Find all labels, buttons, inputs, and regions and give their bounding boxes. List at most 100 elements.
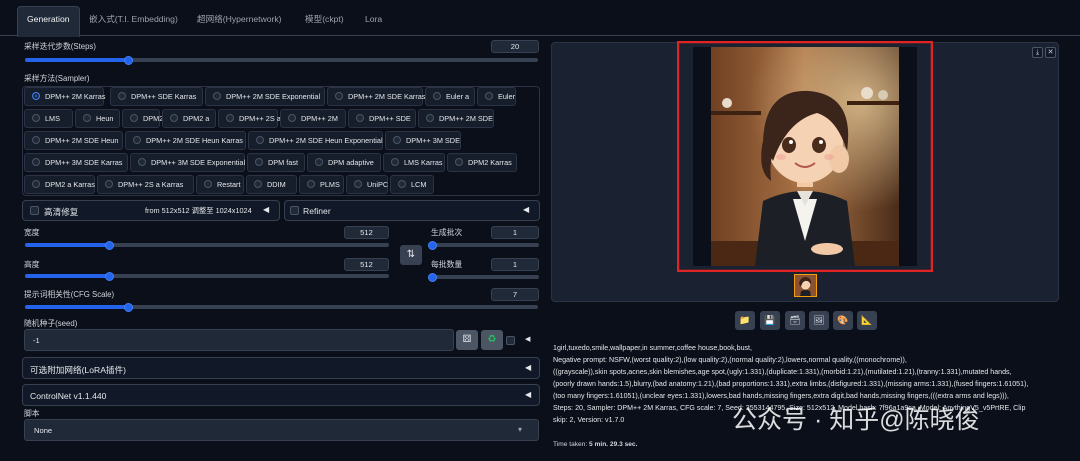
send-to-img2img-icon[interactable]: 🖼 (809, 311, 829, 330)
height-slider-thumb[interactable] (104, 271, 114, 281)
cfg-input[interactable]: 7 (491, 288, 539, 301)
sampler-option[interactable]: UniPC (346, 175, 388, 194)
send-to-inpaint-icon[interactable]: 🎨 (833, 311, 853, 330)
collapse-icon[interactable]: ◀ (263, 205, 269, 214)
sampler-option[interactable]: DPM2 (122, 109, 164, 128)
download-icon[interactable]: ⤓ (1032, 47, 1043, 58)
sampler-option[interactable]: DPM++ 3M SDE Exponential (130, 153, 245, 172)
steps-slider-fill (25, 58, 128, 62)
sampler-option[interactable]: DPM++ 3M SDE Karras (24, 153, 128, 172)
refiner-checkbox[interactable] (290, 206, 299, 215)
sampler-option[interactable]: DPM++ 2M Karras (24, 87, 105, 106)
sampler-option[interactable]: DPM++ SDE (348, 109, 416, 128)
height-slider[interactable] (25, 271, 389, 281)
sampler-option[interactable]: Euler a (425, 87, 475, 106)
sampler-option[interactable]: DPM++ 2S a Karras (97, 175, 194, 194)
sampler-option[interactable]: DPM++ SDE Karras (110, 87, 203, 106)
hires-fix-checkbox[interactable] (30, 206, 39, 215)
seed-input[interactable]: -1 (24, 329, 454, 351)
batch-count-slider-thumb[interactable] (428, 240, 437, 250)
seed-extra-checkbox[interactable] (506, 336, 515, 345)
script-select[interactable]: None ▾ (24, 419, 539, 441)
sampler-option[interactable]: DPM fast (247, 153, 305, 172)
collapse-icon[interactable]: ◀ (525, 390, 531, 399)
sampler-option-label: DPM++ 3M SDE Karras (45, 158, 123, 167)
folder-icon[interactable]: 📁 (735, 311, 755, 330)
batch-size-input[interactable]: 1 (491, 258, 539, 271)
dice-icon[interactable]: ⚄ (456, 330, 478, 350)
sampler-option[interactable]: DPM++ 2M (280, 109, 346, 128)
collapse-icon[interactable]: ◀ (525, 363, 531, 372)
batch-size-slider-thumb[interactable] (428, 272, 437, 282)
radio-indicator-icon (32, 136, 40, 144)
cfg-slider-thumb[interactable] (123, 302, 133, 312)
sampler-option-label: DPM++ 2M SDE Heun (45, 136, 119, 145)
collapse-icon[interactable]: ◀ (523, 205, 529, 214)
seed-extra-collapse-icon[interactable]: ◀ (525, 335, 530, 343)
width-slider[interactable] (25, 240, 389, 250)
width-slider-thumb[interactable] (104, 240, 114, 250)
sampler-option[interactable]: Restart (196, 175, 244, 194)
sampler-option[interactable]: LCM (390, 175, 434, 194)
sampler-option[interactable]: DPM++ 2S a (218, 109, 281, 128)
batch-count-slider[interactable] (428, 240, 539, 250)
lora-accordion-label: 可选附加网络(LoRA插件) (30, 365, 126, 375)
sampler-option[interactable]: LMS (24, 109, 73, 128)
hires-fix-label: 高清修复 (44, 207, 79, 217)
sampler-option[interactable]: DPM2 Karras (447, 153, 517, 172)
sampler-option-label: DPM2 (143, 114, 164, 123)
swap-dimensions-icon[interactable]: ⇅ (400, 245, 422, 265)
cfg-slider[interactable] (25, 302, 538, 312)
sampler-option[interactable]: DPM++ 3M SDE (385, 131, 461, 150)
sampler-option[interactable]: Heun (75, 109, 120, 128)
time-taken-label: Time taken: (553, 441, 588, 448)
save-icon[interactable]: 💾 (760, 311, 780, 330)
height-label: 高度 (24, 260, 40, 269)
close-icon[interactable]: ✕ (1045, 47, 1056, 58)
batch-count-input[interactable]: 1 (491, 226, 539, 239)
sampler-option[interactable]: DPM++ 2M SDE Heun Karras (125, 131, 246, 150)
generated-image[interactable] (677, 41, 933, 272)
sampler-option-label: DPM++ 2M SDE Heun Karras (146, 136, 243, 145)
sampler-option[interactable]: Euler (477, 87, 516, 106)
height-input[interactable]: 512 (344, 258, 389, 271)
tab-checkpoint[interactable]: 模型(ckpt) (296, 8, 353, 32)
hires-fix-info: from 512x512 调整至 1024x1024 (145, 206, 252, 215)
zip-icon[interactable]: 🗃 (785, 311, 805, 330)
tab-lora[interactable]: Lora (356, 8, 391, 32)
sampler-label: 采样方法(Sampler) (24, 74, 90, 83)
sampler-option-label: LMS (45, 114, 61, 123)
refiner-panel[interactable]: Refiner ◀ (284, 200, 540, 221)
tab-hypernetwork[interactable]: 超网络(Hypernetwork) (188, 8, 291, 32)
hires-fix-panel[interactable]: 高清修复 from 512x512 调整至 1024x1024 ◀ (22, 200, 280, 221)
sampler-option[interactable]: PLMS (299, 175, 344, 194)
sampler-option[interactable]: DPM++ 2M SDE Heun (24, 131, 123, 150)
sampler-option[interactable]: DPM++ 2M SDE (418, 109, 494, 128)
batch-size-slider[interactable] (428, 272, 539, 282)
gallery-thumbnail[interactable] (794, 274, 817, 297)
sampler-option[interactable]: DPM adaptive (307, 153, 381, 172)
steps-slider[interactable] (25, 55, 538, 65)
lora-accordion[interactable]: 可选附加网络(LoRA插件) ◀ (22, 357, 540, 379)
tab-generation[interactable]: Generation (17, 6, 80, 37)
sampler-option[interactable]: DPM++ 2M SDE Exponential (205, 87, 325, 106)
tab-embedding[interactable]: 嵌入式(T.I. Embedding) (80, 8, 187, 32)
radio-indicator-icon (426, 114, 434, 122)
sampler-option[interactable]: DPM2 a (162, 109, 216, 128)
send-to-extras-icon[interactable]: 📐 (857, 311, 877, 330)
sampler-option-label: DPM++ 2M SDE (439, 114, 493, 123)
width-label: 宽度 (24, 228, 40, 237)
controlnet-accordion[interactable]: ControlNet v1.1.440 ◀ (22, 384, 540, 406)
controlnet-accordion-label: ControlNet v1.1.440 (30, 391, 107, 401)
sampler-option[interactable]: DPM++ 2M SDE Heun Exponential (248, 131, 383, 150)
steps-input[interactable]: 20 (491, 40, 539, 53)
sampler-option[interactable]: DPM2 a Karras (24, 175, 95, 194)
sampler-option[interactable]: DPM++ 2M SDE Karras (327, 87, 425, 106)
steps-slider-thumb[interactable] (123, 55, 133, 65)
tab-bar: Generation 嵌入式(T.I. Embedding) 超网络(Hyper… (0, 0, 1080, 37)
width-input[interactable]: 512 (344, 226, 389, 239)
recycle-icon[interactable]: ♻ (481, 330, 503, 350)
sampler-option-label: DPM++ 3M SDE Exponential (151, 158, 246, 167)
sampler-option[interactable]: DDIM (246, 175, 297, 194)
sampler-option[interactable]: LMS Karras (383, 153, 445, 172)
